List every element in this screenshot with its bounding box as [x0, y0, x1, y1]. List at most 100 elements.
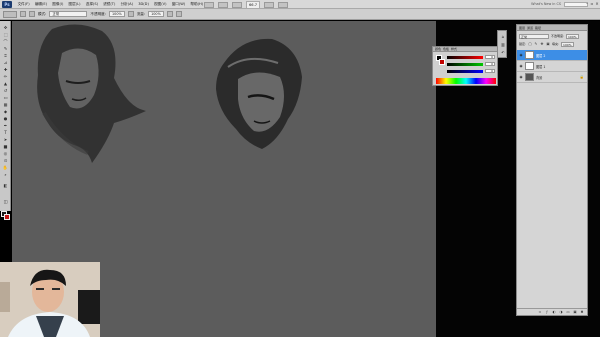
- menu-select[interactable]: 选择(S): [83, 0, 100, 9]
- shape-tool-icon[interactable]: ■: [2, 144, 9, 149]
- menu-edit[interactable]: 编辑(E): [32, 0, 49, 9]
- maximize-button[interactable]: ▫: [590, 1, 594, 6]
- tab-swatches[interactable]: 色板: [443, 47, 449, 51]
- pressure-opacity-icon[interactable]: [127, 11, 134, 17]
- workspace-label[interactable]: What's New in CS: [531, 0, 561, 9]
- tab-layers[interactable]: 图层: [519, 26, 525, 30]
- lock-transparent-icon[interactable]: ▢: [528, 42, 532, 46]
- delete-layer-icon[interactable]: ✖: [580, 310, 584, 314]
- default-colors-icon[interactable]: ◧: [2, 183, 9, 188]
- pen-tool-icon[interactable]: ✒: [2, 123, 9, 128]
- history-icon[interactable]: ↶: [500, 50, 506, 56]
- webcam-presenter-image: [0, 262, 100, 337]
- portrait-sketch-right: [216, 38, 302, 149]
- background-color-swatch[interactable]: [4, 214, 10, 220]
- pressure-size-icon[interactable]: [175, 11, 182, 17]
- layer-row-background[interactable]: ◉ 背景 🔒: [517, 72, 587, 83]
- history-brush-tool-icon[interactable]: ↺: [2, 88, 9, 93]
- bridge-icon[interactable]: [204, 2, 214, 8]
- navigator-icon[interactable]: ⌂: [500, 34, 506, 40]
- layer-name[interactable]: 图层 1: [536, 64, 545, 69]
- tab-styles[interactable]: 样式: [451, 47, 457, 51]
- healing-brush-tool-icon[interactable]: ✚: [2, 67, 9, 72]
- 3d-rotate-tool-icon[interactable]: ◎: [2, 151, 9, 156]
- tab-channels[interactable]: 通道: [527, 26, 533, 30]
- 3d-orbit-tool-icon[interactable]: ⊙: [2, 158, 9, 163]
- visibility-eye-icon[interactable]: ◉: [519, 64, 523, 68]
- layer-thumbnail: [525, 73, 534, 81]
- type-tool-icon[interactable]: T: [2, 130, 9, 135]
- mode-select[interactable]: 正常: [49, 11, 88, 17]
- zoom-level[interactable]: 66.7: [246, 1, 261, 9]
- clone-stamp-tool-icon[interactable]: ▲: [2, 81, 9, 86]
- link-layers-icon[interactable]: ∞: [538, 310, 542, 314]
- path-select-tool-icon[interactable]: ➤: [2, 137, 9, 142]
- layer-row-layer-1[interactable]: ◉ 图层 1: [517, 61, 587, 72]
- brush-tool-icon[interactable]: ✏: [2, 74, 9, 79]
- histogram-icon[interactable]: ▥: [500, 42, 506, 48]
- quick-mask-icon[interactable]: ◫: [2, 199, 9, 204]
- dodge-tool-icon[interactable]: ●: [2, 116, 9, 121]
- lock-all-icon[interactable]: ▣: [546, 42, 550, 46]
- quick-select-tool-icon[interactable]: ✎: [2, 46, 9, 51]
- adjustment-layer-icon[interactable]: ◑: [559, 310, 563, 314]
- blur-tool-icon[interactable]: ◆: [2, 109, 9, 114]
- new-layer-icon[interactable]: ▣: [573, 310, 577, 314]
- red-value[interactable]: 0: [485, 55, 495, 59]
- lasso-tool-icon[interactable]: ⌒: [2, 39, 9, 44]
- flow-field[interactable]: 100%: [148, 11, 164, 17]
- close-button[interactable]: ×: [595, 1, 599, 6]
- menu-layer[interactable]: 图层(L): [66, 0, 83, 9]
- crop-tool-icon[interactable]: ⌗: [2, 53, 9, 58]
- menu-view[interactable]: 视图(V): [151, 0, 169, 9]
- tab-paths[interactable]: 路径: [535, 26, 541, 30]
- blue-slider[interactable]: [447, 70, 483, 73]
- layer-opacity-field[interactable]: 100%: [566, 33, 579, 39]
- fill-field[interactable]: 100%: [561, 41, 574, 47]
- layer-thumbnail: [525, 51, 534, 59]
- layer-name[interactable]: 背景: [536, 75, 542, 80]
- minimize-button[interactable]: –: [585, 1, 589, 6]
- brush-panel-toggle[interactable]: [29, 11, 35, 17]
- lock-image-icon[interactable]: ✎: [534, 42, 538, 46]
- layer-row-layer-2[interactable]: ◉ 图层 2: [517, 50, 587, 61]
- tab-color[interactable]: 颜色: [435, 47, 441, 51]
- color-panel: 颜色 色板 样式 0 0 0: [432, 46, 498, 86]
- hand-tool-icon[interactable]: [232, 2, 242, 8]
- green-value[interactable]: 0: [485, 62, 495, 66]
- lock-position-icon[interactable]: ✥: [540, 42, 544, 46]
- airbrush-icon[interactable]: [166, 11, 173, 17]
- new-group-icon[interactable]: ▭: [566, 310, 570, 314]
- gradient-tool-icon[interactable]: ▦: [2, 102, 9, 107]
- red-slider[interactable]: [447, 56, 483, 59]
- opacity-field[interactable]: 100%: [109, 11, 125, 17]
- brush-size-picker[interactable]: [20, 11, 26, 17]
- layer-style-icon[interactable]: ƒ: [545, 310, 549, 314]
- color-spectrum-bar[interactable]: [436, 78, 496, 84]
- screen-mode-icon[interactable]: [278, 2, 289, 8]
- menu-filter[interactable]: 滤镜(T): [101, 0, 118, 9]
- arrange-documents-icon[interactable]: [264, 2, 275, 8]
- eraser-tool-icon[interactable]: ▭: [2, 95, 9, 100]
- menu-window[interactable]: 窗口(W): [169, 0, 188, 9]
- color-panel-background-swatch[interactable]: [439, 59, 445, 65]
- blue-value[interactable]: 0: [485, 69, 495, 73]
- visibility-eye-icon[interactable]: ◉: [519, 53, 523, 57]
- layer-mask-icon[interactable]: ◐: [552, 310, 556, 314]
- lock-label: 锁定:: [519, 42, 527, 46]
- menu-file[interactable]: 文件(F): [15, 0, 32, 9]
- eyedropper-tool-icon[interactable]: ⊿: [2, 60, 9, 65]
- blend-mode-select[interactable]: 正常: [519, 33, 549, 39]
- marquee-tool-icon[interactable]: ⬚: [2, 32, 9, 37]
- green-slider[interactable]: [447, 63, 483, 66]
- menu-3d[interactable]: 3D(D): [136, 0, 152, 9]
- mini-bridge-icon[interactable]: [218, 2, 228, 8]
- zoom-tool-icon[interactable]: ⌕: [2, 172, 9, 177]
- visibility-eye-icon[interactable]: ◉: [519, 75, 523, 79]
- layer-name[interactable]: 图层 2: [536, 53, 545, 58]
- menu-analysis[interactable]: 分析(A): [118, 0, 136, 9]
- hand-tool-icon[interactable]: ✋: [2, 165, 9, 170]
- brush-preset-picker[interactable]: [3, 10, 17, 18]
- move-tool-icon[interactable]: ✥: [2, 25, 9, 30]
- menu-image[interactable]: 图像(I): [50, 0, 66, 9]
